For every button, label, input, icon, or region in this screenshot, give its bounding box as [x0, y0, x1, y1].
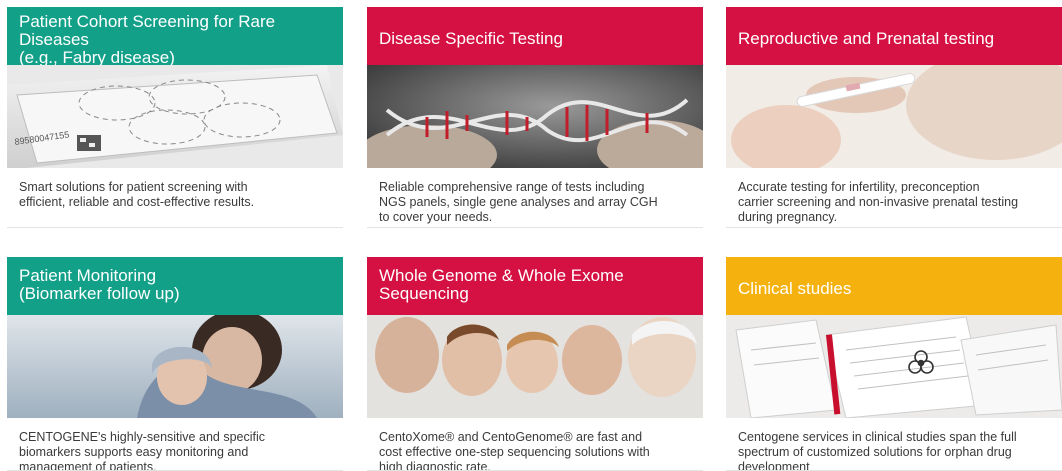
- card-description-line: Smart solutions for patient screening wi…: [19, 180, 248, 194]
- card-title-line: Reproductive and Prenatal testing: [738, 29, 995, 48]
- card-description: CentoXome® and CentoGenome® are fast and…: [367, 418, 703, 471]
- card-description-line: spectrum of customized solutions for orp…: [738, 445, 1012, 459]
- card-whole-genome-exome-sequencing[interactable]: Whole Genome & Whole Exome Sequencing Ce…: [367, 257, 703, 471]
- biohazard-documents-image: [726, 315, 1062, 418]
- card-description-line: development: [738, 460, 810, 471]
- card-description-line: Centogene services in clinical studies s…: [738, 430, 1017, 444]
- card-description: Centogene services in clinical studies s…: [726, 418, 1062, 471]
- mother-and-child-image: [7, 315, 343, 418]
- card-disease-specific-testing[interactable]: Disease Specific Testing Reliable compre…: [367, 7, 703, 228]
- card-description-line: during pregnancy.: [738, 210, 838, 224]
- card-header: Patient Cohort Screening for Rare Diseas…: [7, 7, 343, 67]
- pregnancy-test-hands-image: [726, 65, 1062, 168]
- card-description: CENTOGENE's highly-sensitive and specifi…: [7, 418, 343, 471]
- card-description-line: NGS panels, single gene analyses and arr…: [379, 195, 658, 209]
- card-description-line: biomarkers supports easy monitoring and: [19, 445, 249, 459]
- card-title-line: Sequencing: [379, 284, 469, 303]
- card-header: Whole Genome & Whole Exome Sequencing: [367, 257, 703, 315]
- card-reproductive-prenatal-testing[interactable]: Reproductive and Prenatal testing Accura…: [726, 7, 1062, 228]
- card-description: Accurate testing for infertility, precon…: [726, 168, 1062, 225]
- card-description-line: Accurate testing for infertility, precon…: [738, 180, 980, 194]
- card-description-line: CENTOGENE's highly-sensitive and specifi…: [19, 430, 265, 444]
- card-description-line: CentoXome® and CentoGenome® are fast and: [379, 430, 643, 444]
- card-header: Clinical studies: [726, 257, 1062, 315]
- card-description-line: carrier screening and non-invasive prena…: [738, 195, 1019, 209]
- card-description-line: to cover your needs.: [379, 210, 493, 224]
- card-patient-monitoring[interactable]: Patient Monitoring (Biomarker follow up)…: [7, 257, 343, 471]
- card-title-line: Disease Specific Testing: [379, 29, 563, 48]
- card-title-line: Whole Genome & Whole Exome: [379, 266, 624, 285]
- card-patient-cohort-screening[interactable]: Patient Cohort Screening for Rare Diseas…: [7, 7, 343, 228]
- family-portrait-image: [367, 315, 703, 418]
- card-header: Disease Specific Testing: [367, 7, 703, 65]
- card-description-line: high diagnostic rate.: [379, 460, 491, 471]
- card-description: Reliable comprehensive range of tests in…: [367, 168, 703, 225]
- dna-helix-image: [367, 65, 703, 168]
- card-header: Patient Monitoring (Biomarker follow up): [7, 257, 343, 315]
- card-description-line: management of patients.: [19, 460, 157, 471]
- card-description-line: cost effective one-step sequencing solut…: [379, 445, 650, 459]
- card-title-line: (Biomarker follow up): [19, 284, 180, 303]
- card-title-line: Patient Monitoring: [19, 266, 157, 285]
- dried-blood-spot-card-image: 89580047155: [7, 65, 343, 168]
- card-header: Reproductive and Prenatal testing: [726, 7, 1062, 65]
- card-description-line: efficient, reliable and cost-effective r…: [19, 195, 255, 209]
- card-description: Smart solutions for patient screening wi…: [7, 168, 343, 210]
- card-title-line: Clinical studies: [738, 279, 852, 298]
- card-description-line: Reliable comprehensive range of tests in…: [379, 180, 645, 194]
- card-clinical-studies[interactable]: Clinical studies Centogene services in c…: [726, 257, 1062, 471]
- card-title-line: Diseases: [19, 30, 89, 49]
- card-title-line: Patient Cohort Screening for Rare: [19, 12, 276, 31]
